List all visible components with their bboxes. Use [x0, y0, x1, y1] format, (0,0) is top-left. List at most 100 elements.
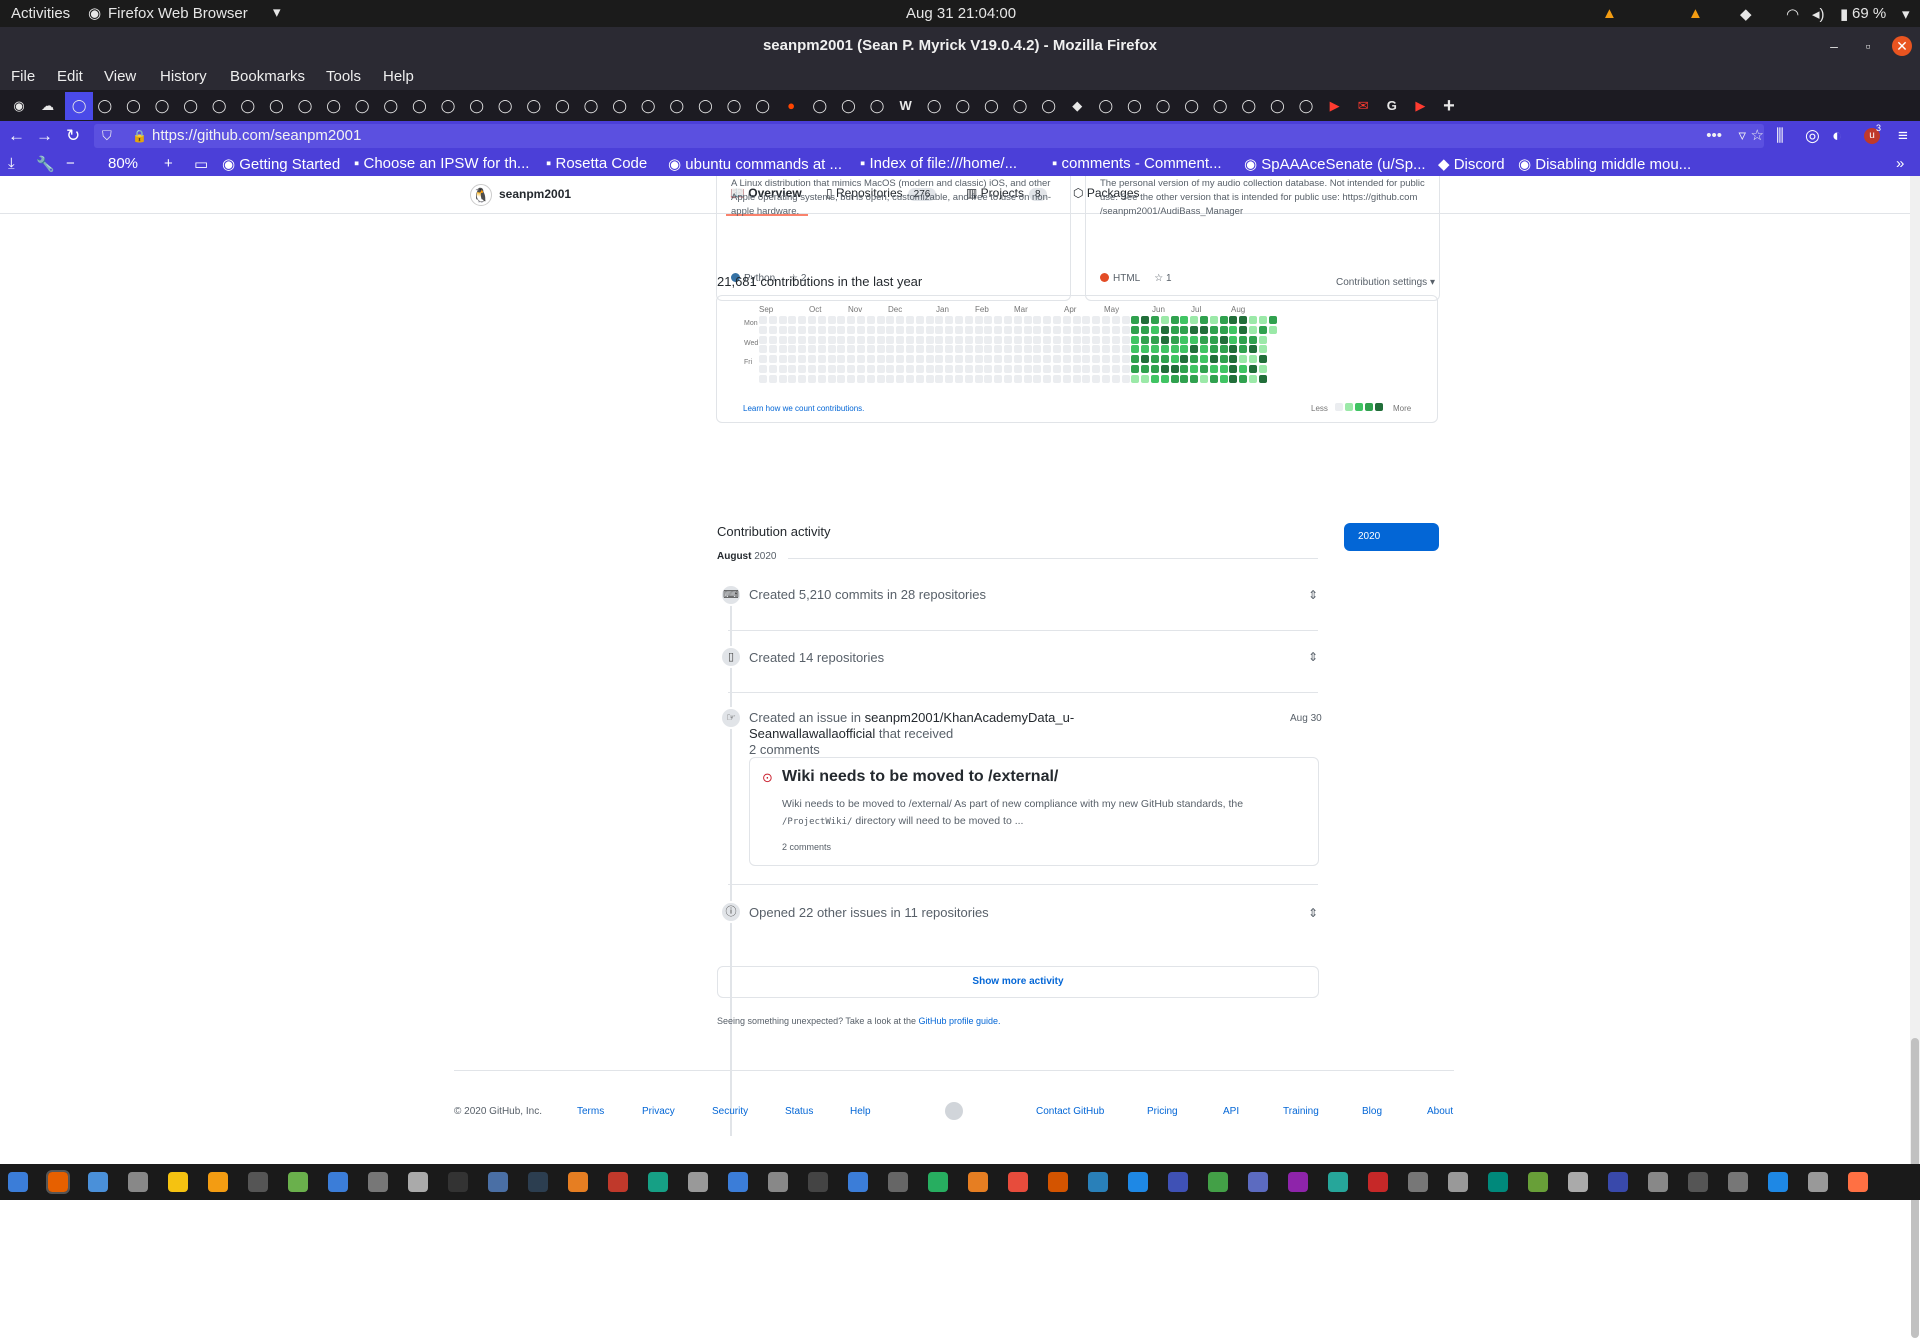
contribution-day-cell[interactable]	[1131, 345, 1140, 354]
contribution-day-cell[interactable]	[1092, 365, 1101, 373]
contribution-day-cell[interactable]	[1033, 355, 1042, 364]
taskbar-app-icon[interactable]	[88, 1172, 108, 1192]
folder-icon[interactable]: ▭	[194, 155, 208, 173]
contribution-day-cell[interactable]	[817, 325, 826, 334]
expand-icon[interactable]: ⇕	[1308, 588, 1318, 602]
contribution-day-cell[interactable]	[964, 374, 973, 383]
contribution-day-cell[interactable]	[1072, 335, 1081, 344]
contribution-day-cell[interactable]	[1190, 374, 1199, 383]
contribution-day-cell[interactable]	[1151, 355, 1159, 364]
taskbar-app-icon[interactable]	[1008, 1172, 1028, 1192]
contribution-day-cell[interactable]	[1141, 345, 1150, 354]
github-tab-icon[interactable]: ◯	[265, 95, 287, 117]
contribution-day-cell[interactable]	[1170, 335, 1179, 344]
contribution-day-cell[interactable]	[1062, 325, 1071, 334]
contribution-day-cell[interactable]	[1092, 335, 1101, 344]
contribution-day-cell[interactable]	[994, 345, 1003, 354]
contribution-day-cell[interactable]	[896, 316, 905, 324]
contribution-day-cell[interactable]	[994, 335, 1003, 344]
contribution-day-cell[interactable]	[1121, 374, 1130, 383]
contribution-day-cell[interactable]	[1160, 374, 1169, 383]
taskbar-app-icon[interactable]	[848, 1172, 868, 1192]
github-tab-icon[interactable]: ◯	[1238, 95, 1260, 117]
github-tab-icon[interactable]: ◯	[437, 95, 459, 117]
contribution-day-cell[interactable]	[768, 325, 777, 334]
contribution-day-cell[interactable]	[925, 335, 934, 344]
github-tab-icon[interactable]: ◯	[494, 95, 516, 117]
contribution-day-cell[interactable]	[1004, 374, 1012, 383]
contribution-day-cell[interactable]	[1190, 325, 1199, 334]
contribution-day-cell[interactable]	[1004, 355, 1012, 364]
contribution-day-cell[interactable]	[945, 345, 954, 354]
contribution-day-cell[interactable]	[817, 374, 826, 383]
contribution-day-cell[interactable]	[1111, 374, 1120, 383]
contribution-day-cell[interactable]	[837, 316, 846, 324]
contribution-day-cell[interactable]	[1239, 316, 1248, 324]
contribution-day-cell[interactable]	[1062, 316, 1071, 324]
contribution-day-cell[interactable]	[1200, 374, 1208, 383]
contribution-day-cell[interactable]	[1258, 325, 1267, 334]
contribution-day-cell[interactable]	[974, 365, 983, 373]
contribution-day-cell[interactable]	[935, 325, 944, 334]
contribution-day-cell[interactable]	[1004, 316, 1012, 324]
contribution-day-cell[interactable]	[1023, 355, 1032, 364]
contribution-day-cell[interactable]	[1249, 374, 1257, 383]
contribution-day-cell[interactable]	[915, 335, 924, 344]
vlc-icon[interactable]: ▲	[1688, 5, 1703, 22]
contribution-day-cell[interactable]	[1092, 316, 1101, 324]
github-tab-icon[interactable]: ◯	[408, 95, 430, 117]
contribution-day-cell[interactable]	[984, 355, 993, 364]
contribution-day-cell[interactable]	[935, 374, 944, 383]
youtube-tab-icon[interactable]: ▶	[1409, 95, 1431, 117]
taskbar-app-icon[interactable]	[248, 1172, 268, 1192]
contribution-day-cell[interactable]	[788, 374, 797, 383]
contribution-day-cell[interactable]	[896, 374, 905, 383]
wrench-icon[interactable]: 🔧	[36, 155, 55, 173]
new-tab-button[interactable]: +	[1438, 95, 1460, 117]
contribution-day-cell[interactable]	[1249, 365, 1257, 373]
contribution-day-cell[interactable]	[1111, 335, 1120, 344]
contribution-day-cell[interactable]	[1200, 355, 1208, 364]
contribution-day-cell[interactable]	[984, 316, 993, 324]
github-tab-icon[interactable]: ◯	[466, 95, 488, 117]
contribution-day-cell[interactable]	[1239, 355, 1248, 364]
contribution-day-cell[interactable]	[1268, 325, 1277, 334]
contribution-day-cell[interactable]	[984, 325, 993, 334]
reddit-tab-icon[interactable]: ●	[780, 95, 802, 117]
contribution-day-cell[interactable]	[817, 316, 826, 324]
contribution-day-cell[interactable]	[798, 345, 807, 354]
github-tab-icon[interactable]: ◯	[952, 95, 974, 117]
github-tab-icon[interactable]: ◯	[180, 95, 202, 117]
contribution-day-cell[interactable]	[964, 355, 973, 364]
taskbar-app-icon[interactable]	[1448, 1172, 1468, 1192]
contribution-day-cell[interactable]	[857, 374, 865, 383]
contribution-day-cell[interactable]	[935, 365, 944, 373]
taskbar-app-icon[interactable]	[368, 1172, 388, 1192]
contribution-day-cell[interactable]	[1004, 335, 1012, 344]
contribution-day-cell[interactable]	[886, 374, 895, 383]
contribution-day-cell[interactable]	[857, 355, 865, 364]
contribution-day-cell[interactable]	[1033, 316, 1042, 324]
contribution-day-cell[interactable]	[1062, 355, 1071, 364]
github-tab-icon[interactable]: ◯	[65, 92, 94, 120]
contribution-day-cell[interactable]	[1033, 345, 1042, 354]
contribution-day-cell[interactable]	[925, 345, 934, 354]
star-count[interactable]: 1	[1166, 273, 1172, 284]
contribution-day-cell[interactable]	[827, 345, 836, 354]
contribution-day-cell[interactable]	[886, 355, 895, 364]
url-bar[interactable]: ⛉ 🔒 https://github.com/seanpm2001 ••• ▿ …	[94, 124, 1764, 148]
contribution-day-cell[interactable]	[955, 335, 963, 344]
contribution-day-cell[interactable]	[847, 374, 856, 383]
contribution-day-cell[interactable]	[876, 355, 885, 364]
contribution-day-cell[interactable]	[1013, 374, 1022, 383]
taskbar-app-icon[interactable]	[46, 1170, 70, 1194]
contribution-day-cell[interactable]	[1092, 345, 1101, 354]
library-icon[interactable]: ⫼	[1776, 126, 1784, 146]
contribution-day-cell[interactable]	[1180, 335, 1189, 344]
taskbar-app-icon[interactable]	[1208, 1172, 1228, 1192]
taskbar-app-icon[interactable]	[488, 1172, 508, 1192]
contribution-day-cell[interactable]	[866, 365, 875, 373]
contribution-day-cell[interactable]	[1200, 335, 1208, 344]
contribution-day-cell[interactable]	[798, 325, 807, 334]
contribution-day-cell[interactable]	[798, 374, 807, 383]
